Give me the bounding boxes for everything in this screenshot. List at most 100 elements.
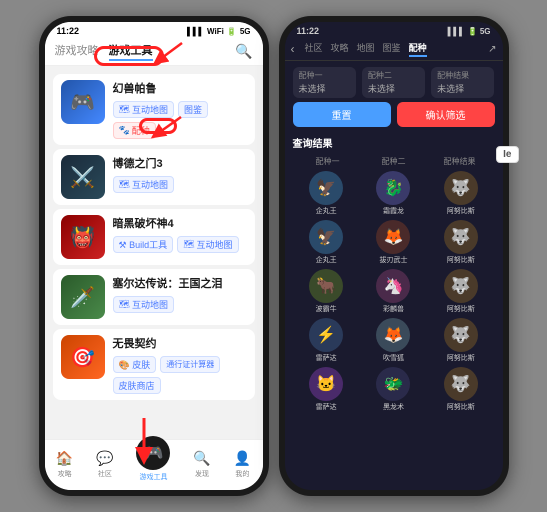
game-tags-2: 🗺互动地图: [113, 176, 247, 193]
creature-avatar: 🦅: [309, 220, 343, 254]
game-title-4: 塞尔达传说：王国之泪: [113, 275, 247, 291]
creature-name: 彩麟兽: [383, 304, 404, 314]
table-row: ⚡ 雷萨达 🦊 吹雪狐 🐺 阿努比斯: [293, 318, 495, 363]
creature-avatar: 🐂: [309, 269, 343, 303]
map-icon-2: 🗺: [119, 179, 130, 190]
profile-icon: 👤: [234, 450, 251, 467]
battery-right: 🔋 5G: [468, 27, 491, 36]
discover-icon: 🔍: [193, 450, 210, 467]
breed-label-result: 配种结果: [437, 70, 488, 81]
creature-name: 阿努比斯: [447, 206, 475, 216]
tag-pass-5[interactable]: 通行证计算器: [160, 356, 220, 373]
game-title-3: 暗黑破坏神4: [113, 215, 247, 231]
game-info-4: 塞尔达传说：王国之泪 🗺互动地图: [113, 275, 247, 313]
creature-name: 企丸王: [316, 206, 337, 216]
table-row: 🐱 雷萨达 🐲 黑龙术 🐺 阿努比斯: [293, 367, 495, 412]
nav-community[interactable]: 💬 社区: [96, 450, 113, 479]
tab-breed[interactable]: 配种: [409, 41, 427, 57]
tag-map-2[interactable]: 🗺互动地图: [113, 176, 174, 193]
time-left: 11:22: [57, 26, 80, 36]
breed-select-1[interactable]: 配种一 未选择: [293, 67, 356, 98]
creature-name: 黑龙术: [383, 402, 404, 412]
creature-avatar: 🐲: [376, 367, 410, 401]
creature-avatar: 🦅: [309, 171, 343, 205]
annotation-arrow-top: [147, 38, 187, 68]
game-thumb-2: ⚔️: [61, 155, 105, 199]
result-cell-p1: 🐱 雷萨达: [293, 367, 360, 412]
result-cell-child: 🐺 阿努比斯: [427, 220, 494, 265]
creature-avatar: 🐉: [376, 171, 410, 205]
tab-community[interactable]: 社区: [305, 41, 323, 57]
nav-profile[interactable]: 👤 我的: [234, 450, 251, 479]
map-icon-4: 🗺: [119, 299, 130, 310]
tag-build-3[interactable]: ⚒ Build工具: [113, 236, 174, 253]
wifi-icon: WiFi: [207, 27, 224, 36]
creature-name: 企丸王: [316, 255, 337, 265]
col-header-1: 配种一: [295, 156, 361, 167]
results-title: 查询结果: [293, 135, 495, 150]
table-row: 🦅 企丸王 🐉 霜霞龙 🐺 阿努比斯: [293, 171, 495, 216]
signal-label: 5G: [240, 27, 251, 36]
nav-bar-right: ‹ 社区 攻略 地图 图鉴 配种 ↗: [285, 38, 503, 61]
tag-shop-5[interactable]: 皮肤商店: [113, 377, 161, 394]
home-icon: 🏠: [56, 450, 73, 467]
creature-name: 阿努比斯: [447, 402, 475, 412]
game-title-5: 无畏契约: [113, 335, 247, 351]
result-cell-child: 🐺 阿努比斯: [427, 367, 494, 412]
confirm-button[interactable]: 确认筛选: [397, 102, 495, 127]
back-icon[interactable]: ‹: [291, 42, 295, 56]
creature-name: 阿努比斯: [447, 353, 475, 363]
tab-guide[interactable]: 图鉴: [383, 41, 401, 57]
breed-select-result[interactable]: 配种结果 未选择: [431, 67, 494, 98]
creature-name: 拔刃武士: [379, 255, 407, 265]
share-icon[interactable]: ↗: [488, 44, 496, 55]
result-cell-child: 🐺 阿努比斯: [427, 171, 494, 216]
list-item[interactable]: ⚔️ 博德之门3 🗺互动地图: [53, 149, 255, 205]
tab-map[interactable]: 地图: [357, 41, 375, 57]
creature-avatar: 🐺: [444, 367, 478, 401]
creature-avatar: ⚡: [309, 318, 343, 352]
list-item[interactable]: 👹 暗黑破坏神4 ⚒ Build工具 🗺互动地图: [53, 209, 255, 265]
result-cell-p1: 🦅 企丸王: [293, 171, 360, 216]
tag-skin-5[interactable]: 🎨 皮肤: [113, 356, 157, 373]
left-phone: 11:22 ▌▌▌ WiFi 🔋 5G 游戏攻略 游戏工具 🔍: [39, 16, 269, 496]
creature-name: 雷萨达: [316, 402, 337, 412]
game-tags-4: 🗺互动地图: [113, 296, 247, 313]
creature-name: 波霸牛: [316, 304, 337, 314]
result-cell-p2: 🐉 霜霞龙: [360, 171, 427, 216]
list-item[interactable]: 🎯 无畏契约 🎨 皮肤 通行证计算器 皮肤商店: [53, 329, 255, 400]
results-header: 配种一 配种二 配种结果: [293, 156, 495, 167]
status-bar-right: 11:22 ▌▌▌ 🔋 5G: [285, 22, 503, 38]
signal-icon: ▌▌▌: [187, 27, 204, 36]
creature-avatar: 🦊: [376, 220, 410, 254]
annotation-arrow-breed: [139, 112, 189, 147]
tab-strategy[interactable]: 游戏攻略: [55, 42, 99, 61]
list-item[interactable]: 🗡️ 塞尔达传说：王国之泪 🗺互动地图: [53, 269, 255, 325]
game-info-5: 无畏契约 🎨 皮肤 通行证计算器 皮肤商店: [113, 335, 247, 394]
game-tags-3: ⚒ Build工具 🗺互动地图: [113, 236, 247, 253]
results-container: 🦅 企丸王 🐉 霜霞龙 🐺 阿努比斯 🦅 企丸王 🦊 拔刃武士 🐺 阿努比斯 🐂…: [293, 171, 495, 412]
game-title-2: 博德之门3: [113, 155, 247, 171]
tag-map-3[interactable]: 🗺互动地图: [177, 236, 238, 253]
breed-select-2[interactable]: 配种二 未选择: [362, 67, 425, 98]
game-info-3: 暗黑破坏神4 ⚒ Build工具 🗺互动地图: [113, 215, 247, 253]
tab-strategy-r[interactable]: 攻略: [331, 41, 349, 57]
col-header-3: 配种结果: [427, 156, 493, 167]
game-thumb-5: 🎯: [61, 335, 105, 379]
reset-button[interactable]: 重置: [293, 102, 391, 127]
result-cell-child: 🐺 阿努比斯: [427, 318, 494, 363]
search-icon[interactable]: 🔍: [235, 43, 252, 60]
tag-map-4[interactable]: 🗺互动地图: [113, 296, 174, 313]
annotation-arrow-bottom: [119, 418, 169, 468]
nav-label-strategy: 攻略: [58, 469, 72, 479]
creature-avatar: 🦄: [376, 269, 410, 303]
creature-avatar: 🐺: [444, 220, 478, 254]
map-icon: 🗺: [119, 104, 130, 115]
creature-avatar: 🐺: [444, 171, 478, 205]
game-thumb-1: 🎮: [61, 80, 105, 124]
nav-discover[interactable]: 🔍 发现: [193, 450, 210, 479]
nav-strategy[interactable]: 🏠 攻略: [56, 450, 73, 479]
creature-name: 阿努比斯: [447, 304, 475, 314]
breed-label-2: 配种二: [368, 70, 419, 81]
breed-val-result: 未选择: [437, 82, 488, 95]
